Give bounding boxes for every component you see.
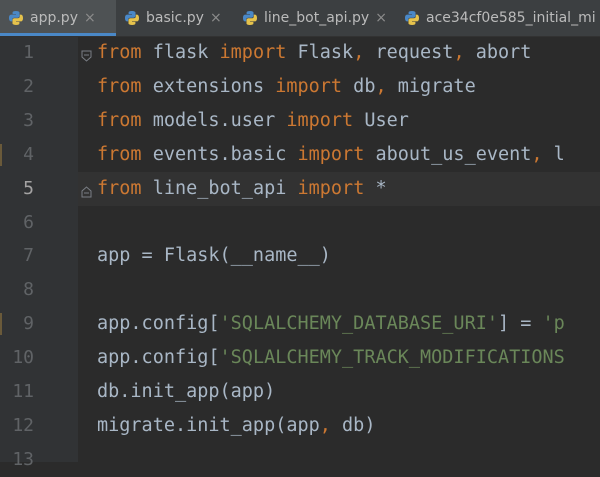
code-line[interactable]: 4 from events.basic import about_us_event…	[0, 138, 600, 172]
code-text: migrate.init_app(app, db)	[97, 409, 375, 443]
keyword-token: ,	[375, 75, 387, 97]
code-line[interactable]: 3 from models.user import User	[0, 104, 600, 138]
tab-basic-py[interactable]: basic.py ×	[116, 0, 234, 36]
tab-label: app.py	[30, 10, 78, 26]
keyword-token: ,	[319, 414, 331, 436]
code-token: *	[364, 177, 387, 199]
line-number: 6	[23, 211, 34, 233]
code-token: app = Flask(__name__)	[97, 245, 331, 267]
python-file-icon	[8, 10, 24, 26]
code-token: request	[364, 42, 454, 63]
fold-icon[interactable]	[81, 183, 92, 198]
code-line[interactable]: 9 app.config['SQLALCHEMY_DATABASE_URI'] =…	[0, 307, 600, 341]
keyword-token: import	[297, 143, 365, 165]
change-marker[interactable]	[0, 313, 2, 336]
line-number: 7	[23, 245, 34, 267]
code-text: from extensions import db, migrate	[97, 70, 476, 104]
line-number: 10	[12, 347, 34, 369]
line-number: 9	[23, 313, 34, 335]
keyword-token: import	[275, 75, 343, 97]
code-text: from models.user import User	[97, 104, 409, 138]
fold-icon[interactable]	[81, 47, 92, 62]
string-token: 'SQLALCHEMY_DATABASE_URI'	[219, 313, 498, 335]
line-number: 11	[12, 381, 34, 402]
line-number: 3	[23, 109, 34, 131]
tab-migration-py[interactable]: ace34cf0e585_initial_mi	[396, 0, 600, 36]
code-token: db)	[330, 414, 376, 436]
code-text: from events.basic import about_us_event,…	[97, 138, 565, 172]
string-token: 'SQLALCHEMY_TRACK_MODIFICATIONS	[219, 347, 565, 369]
tab-line-bot-api-py[interactable]: line_bot_api.py ×	[234, 0, 396, 36]
close-icon[interactable]: ×	[84, 10, 96, 26]
python-file-icon	[404, 10, 420, 26]
code-text: from line_bot_api import *	[97, 172, 387, 206]
line-number: 8	[23, 279, 34, 301]
code-text: app = Flask(__name__)	[97, 239, 331, 273]
python-file-icon	[242, 10, 258, 26]
code-token: Flask	[286, 42, 354, 63]
close-icon[interactable]: ×	[375, 10, 387, 26]
code-token: line_bot_api	[141, 177, 298, 199]
code-token: ] =	[497, 313, 543, 335]
code-token: app.config[	[97, 313, 220, 335]
tab-label: ace34cf0e585_initial_mi	[426, 10, 596, 26]
keyword-token: from	[97, 177, 142, 199]
tab-label: basic.py	[146, 10, 204, 26]
code-token: migrate	[386, 75, 476, 97]
code-text: db.init_app(app)	[97, 375, 275, 409]
code-line[interactable]: 13	[0, 443, 600, 477]
code-line[interactable]: 7 app = Flask(__name__)	[0, 239, 600, 273]
code-token: app.config[	[97, 347, 220, 369]
code-token: db.init_app(app)	[97, 381, 276, 402]
line-number: 13	[12, 448, 34, 470]
line-number: 5	[23, 177, 34, 199]
code-text: app.config['SQLALCHEMY_DATABASE_URI'] = …	[97, 307, 565, 341]
code-token: db	[342, 75, 376, 97]
code-text: app.config['SQLALCHEMY_TRACK_MODIFICATIO…	[97, 341, 565, 375]
keyword-token: from	[97, 75, 142, 97]
code-line[interactable]: 1 from flask import Flask, request, abort	[0, 36, 600, 70]
line-number: 12	[12, 414, 34, 436]
keyword-token: ,	[353, 42, 365, 63]
editor-tab-bar: app.py × basic.py × line_bot_api.py × ac…	[0, 0, 600, 37]
code-token: abort	[464, 42, 532, 63]
code-token: about_us_event	[364, 143, 532, 165]
keyword-token: import	[219, 42, 287, 63]
line-number: 2	[23, 75, 34, 97]
code-token: models.user	[141, 109, 287, 131]
code-token: User	[353, 109, 409, 131]
code-line[interactable]: 2 from extensions import db, migrate	[0, 70, 600, 104]
close-icon[interactable]: ×	[210, 10, 222, 26]
code-line[interactable]: 11 db.init_app(app)	[0, 375, 600, 409]
change-marker[interactable]	[0, 143, 2, 166]
code-line[interactable]: 10 app.config['SQLALCHEMY_TRACK_MODIFICAT…	[0, 341, 600, 375]
string-token: 'p	[542, 313, 565, 335]
keyword-token: ,	[453, 42, 465, 63]
keyword-token: from	[97, 143, 142, 165]
code-line[interactable]: 12 migrate.init_app(app, db)	[0, 409, 600, 443]
tab-label: line_bot_api.py	[264, 10, 370, 26]
line-number: 4	[23, 143, 34, 165]
keyword-token: from	[97, 109, 142, 131]
code-token: flask	[141, 42, 220, 63]
code-line[interactable]: 6	[0, 206, 600, 240]
keyword-token: ,	[531, 143, 543, 165]
keyword-token: from	[97, 42, 142, 63]
keyword-token: import	[297, 177, 365, 199]
keyword-token: import	[286, 109, 354, 131]
python-file-icon	[124, 10, 140, 26]
code-token: extensions	[141, 75, 276, 97]
line-number: 1	[23, 42, 34, 63]
code-token: events.basic	[141, 143, 298, 165]
code-token: migrate.init_app(app	[97, 414, 320, 436]
code-line[interactable]: 5 from line_bot_api import *	[0, 172, 600, 206]
code-text: from flask import Flask, request, abort	[97, 36, 531, 70]
code-line[interactable]: 8	[0, 273, 600, 307]
tab-app-py[interactable]: app.py ×	[0, 0, 116, 36]
code-token: l	[542, 143, 565, 165]
